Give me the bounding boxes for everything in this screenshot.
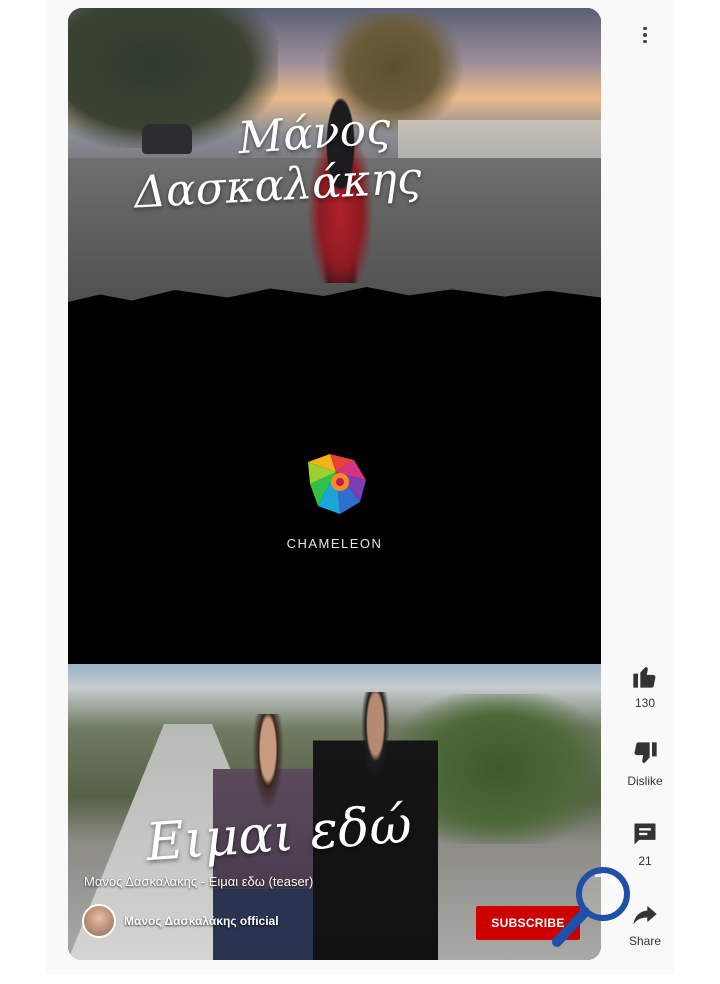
dislike-label: Dislike [627,774,663,788]
share-button[interactable]: Share [614,900,676,948]
comments-button[interactable]: 21 [614,820,676,868]
thumbs-down-icon [634,742,657,764]
share-icon [633,905,657,925]
channel-name[interactable]: Μανος Δασκαλάκης official [124,914,279,928]
channel-info[interactable]: Μανος Δασκαλάκης official [82,904,279,938]
like-button[interactable]: 130 [614,662,676,710]
more-options-icon[interactable] [636,22,654,48]
thumbs-up-icon [633,666,656,688]
chameleon-logo [308,454,366,514]
channel-avatar[interactable] [82,904,116,938]
comment-icon [634,823,656,845]
comment-count: 21 [638,854,652,868]
video-title[interactable]: Μανος Δασκαλακης - Ειμαι εδω (teaser) [84,874,313,889]
share-label: Share [628,934,662,948]
like-count: 130 [634,696,656,710]
brand-name: CHAMELEON [286,536,383,551]
video-player[interactable]: CHAMELEON Μάνος Δασκαλάκης Ειμαι εδώ Μαν… [68,8,601,960]
dislike-button[interactable]: Dislike [614,740,676,788]
